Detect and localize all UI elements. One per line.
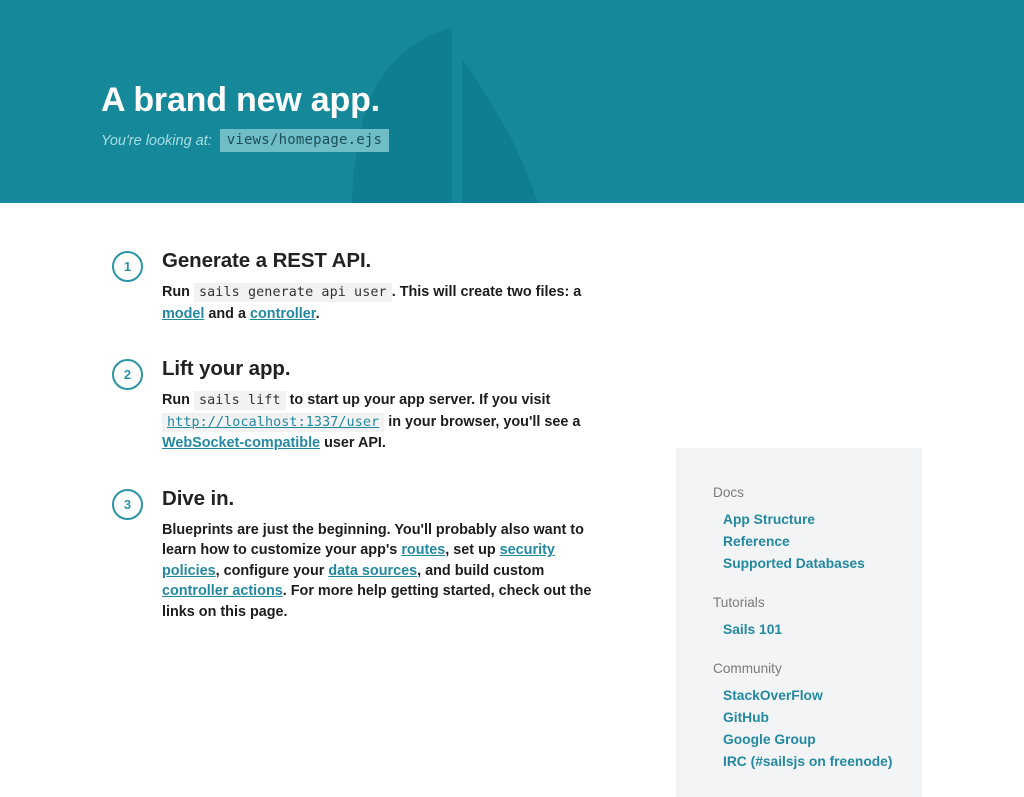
step-title: Generate a REST API. [162,249,372,272]
hero-content: A brand new app. You're looking at: view… [0,0,1024,152]
panel-links-docs: App Structure Reference Supported Databa… [713,509,922,575]
hero-header: A brand new app. You're looking at: view… [0,0,1024,203]
panel-link-reference[interactable]: Reference [723,531,790,553]
step-text-mid3: , and build custom [417,562,545,579]
step-number-badge: 1 [112,251,143,282]
main-content: 1 Generate a REST API. Run sails generat… [0,203,1024,797]
link-model[interactable]: model [162,306,204,322]
list-item: Sails 101 [723,619,922,641]
panel-link-supported-databases[interactable]: Supported Databases [723,553,865,575]
link-localhost-user[interactable]: http://localhost:1337/user [167,415,379,430]
step-item-1: 1 Generate a REST API. Run sails generat… [112,248,612,324]
step-text-run: Run [162,392,190,408]
list-item: StackOverFlow [723,685,922,707]
step-body: Run sails lift to start up your app serv… [162,390,612,454]
panel-group-community: Community StackOverFlow GitHub Google Gr… [713,659,922,773]
panel-links-community: StackOverFlow GitHub Google Group IRC (#… [713,685,922,773]
panel-heading-tutorials: Tutorials [713,595,765,610]
localhost-url-code: http://localhost:1337/user [162,412,385,432]
step-text-after-command: . This will create two files: a [391,284,582,300]
panel-link-app-structure[interactable]: App Structure [723,509,815,531]
step-body: Blueprints are just the beginning. You'l… [162,520,612,623]
step-title: Lift your app. [162,357,291,380]
list-item: App Structure [723,509,922,531]
panel-link-irc[interactable]: IRC (#sailsjs on freenode) [723,751,892,773]
list-item: Supported Databases [723,553,922,575]
step-text-tail: user API. [320,435,386,451]
resources-panel: Docs App Structure Reference Supported D… [676,448,922,797]
step-item-3: 3 Dive in. Blueprints are just the begin… [112,486,612,623]
link-routes[interactable]: routes [401,542,445,558]
resources-panel-inner: Docs App Structure Reference Supported D… [676,448,922,773]
list-item: Reference [723,531,922,553]
link-websocket-compatible[interactable]: WebSocket-compatible [162,435,320,451]
step-title: Dive in. [162,486,235,510]
hero-subtitle: You're looking at: views/homepage.ejs [101,120,1024,152]
panel-group-docs: Docs App Structure Reference Supported D… [713,483,922,575]
panel-heading-community: Community [713,661,782,676]
step-text-tail: . [315,305,320,322]
panel-link-stackoverflow[interactable]: StackOverFlow [723,685,823,707]
steps-list: 1 Generate a REST API. Run sails generat… [112,248,612,622]
list-item: IRC (#sailsjs on freenode) [723,751,922,773]
step-number-badge: 3 [112,488,143,520]
link-controller[interactable]: controller [250,306,316,322]
step-text-after-command: to start up your app server. If you visi… [285,392,551,408]
current-file-chip: views/homepage.ejs [219,129,390,152]
panel-heading-docs: Docs [713,485,744,500]
hero-subtitle-label: You're looking at: [101,132,212,149]
step-text-run: Run [162,284,190,300]
step-text-mid1: , set up [445,542,500,558]
panel-link-sails-101[interactable]: Sails 101 [723,619,782,641]
link-controller-actions[interactable]: controller actions [162,583,283,599]
step-item-2: 2 Lift your app. Run sails lift to start… [112,356,612,454]
panel-link-google-group[interactable]: Google Group [723,729,816,751]
panel-group-tutorials: Tutorials Sails 101 [713,593,922,641]
link-data-sources[interactable]: data sources [328,563,417,579]
step-number-badge: 2 [112,359,143,390]
panel-links-tutorials: Sails 101 [713,619,922,641]
step-body: Run sails generate api user. This will c… [162,282,612,324]
command-code-generate-api: sails generate api user [193,283,392,302]
list-item: GitHub [723,707,922,729]
step-text-mid2: , configure your [215,562,329,579]
list-item: Google Group [723,729,922,751]
page-title: A brand new app. [101,81,380,119]
step-text-between-links: and a [204,305,250,322]
panel-link-github[interactable]: GitHub [723,707,769,729]
step-text-after-url: in your browser, you'll see a [384,413,581,430]
command-code-sails-lift: sails lift [193,391,286,410]
